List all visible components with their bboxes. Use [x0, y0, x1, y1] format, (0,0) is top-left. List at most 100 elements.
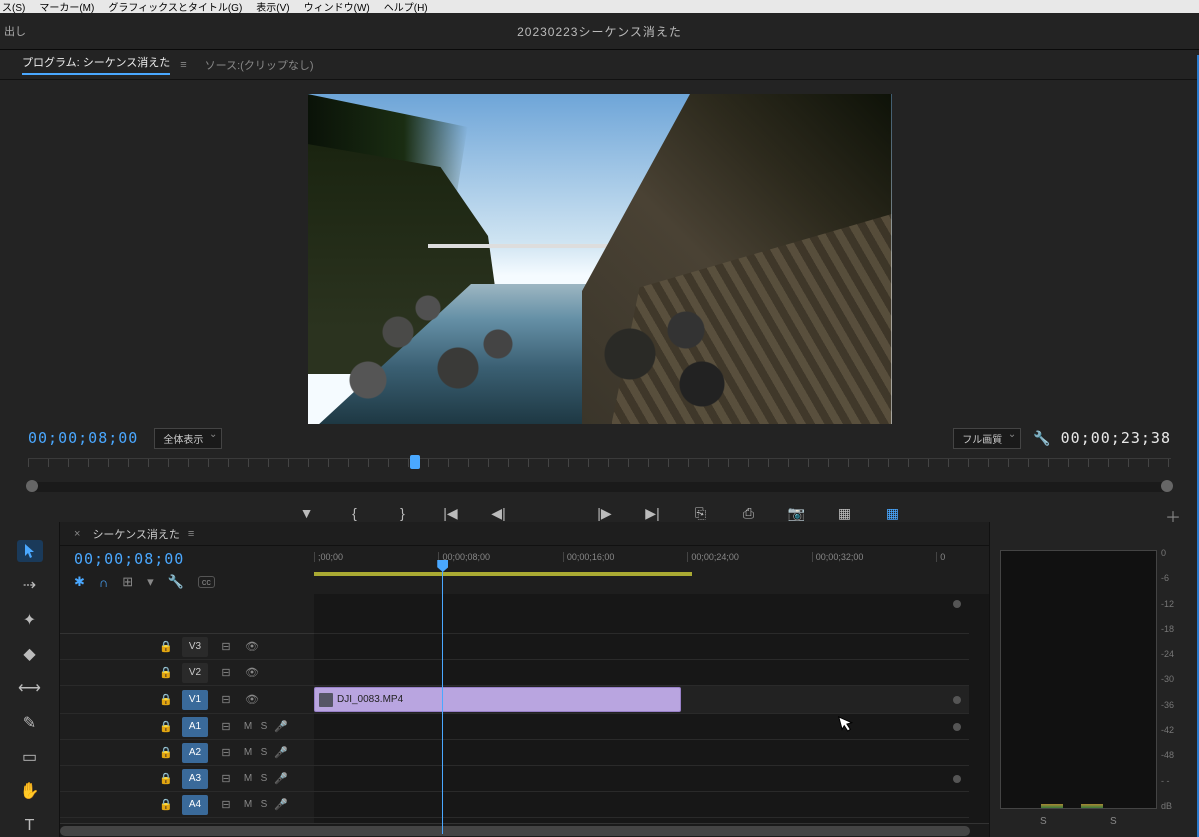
work-area-bar[interactable]	[314, 572, 692, 576]
sequence-tab[interactable]: シーケンス消えた	[92, 526, 179, 542]
voice-over-icon[interactable]: 🎤	[272, 720, 290, 733]
solo-button[interactable]: S	[256, 721, 272, 732]
app-menubar[interactable]: ス(S) マーカー(M) グラフィックスとタイトル(G) 表示(V) ウィンドウ…	[0, 0, 1199, 13]
slip-tool[interactable]: ⟷	[17, 677, 43, 699]
add-marker-button[interactable]: ▼	[297, 504, 317, 522]
mark-out-button[interactable]: }	[393, 504, 413, 522]
lift-button[interactable]: ⎘	[691, 504, 711, 522]
sync-lock-icon[interactable]: ⊟	[216, 720, 236, 733]
razor-tool[interactable]: ◆	[17, 643, 43, 665]
track-target-v1[interactable]: V1	[182, 690, 208, 710]
rectangle-tool[interactable]: ▭	[17, 746, 43, 768]
sync-lock-icon[interactable]: ⊟	[216, 772, 236, 785]
toggle-output-icon[interactable]: 👁	[242, 666, 262, 679]
keyframe-dot-icon[interactable]	[953, 775, 961, 783]
track-target-v3[interactable]: V3	[182, 637, 208, 657]
lock-icon[interactable]: 🔒	[156, 693, 176, 706]
close-sequence-icon[interactable]: ×	[74, 528, 80, 540]
range-handle-right-icon[interactable]	[1161, 480, 1173, 492]
timeline-settings-wrench-icon[interactable]: 🔧	[168, 574, 184, 590]
linked-selection-icon[interactable]: ∩	[99, 575, 108, 590]
track-target-a3[interactable]: A3	[182, 769, 208, 789]
solo-button[interactable]: S	[256, 773, 272, 784]
time-ruler[interactable]: ;00;00 00;00;08;00 00;00;16;00 00;00;24;…	[314, 552, 969, 572]
menu-graphics[interactable]: グラフィックスとタイトル(G)	[108, 0, 242, 13]
solo-button[interactable]: S	[256, 799, 272, 810]
tab-program-menu-icon[interactable]: ≡	[180, 59, 186, 71]
menu-window[interactable]: ウィンドウ(W)	[304, 0, 370, 13]
settings-wrench-icon[interactable]: 🔧	[1033, 430, 1050, 447]
tab-program[interactable]: プログラム: シーケンス消えた	[22, 54, 170, 75]
captions-icon[interactable]: cc	[198, 576, 215, 588]
lock-icon[interactable]: 🔒	[156, 798, 176, 811]
voice-over-icon[interactable]: 🎤	[272, 798, 290, 811]
goto-in-button[interactable]: |◀	[441, 504, 461, 522]
workspace-left-label[interactable]: 出し	[4, 23, 26, 39]
program-scrubber[interactable]	[28, 458, 1171, 480]
snap-toggle-icon[interactable]: ✱	[74, 574, 85, 590]
sync-lock-icon[interactable]: ⊟	[216, 746, 236, 759]
timeline-panel-menu-icon[interactable]: ≡	[188, 528, 194, 540]
program-zoom-range[interactable]	[28, 482, 1171, 492]
menu-help[interactable]: ヘルプ(H)	[384, 0, 428, 13]
lock-icon[interactable]: 🔒	[156, 746, 176, 759]
selection-tool[interactable]	[17, 540, 43, 562]
step-forward-button[interactable]: |▶	[595, 504, 615, 522]
timeline-timecode[interactable]: 00;00;08;00	[74, 550, 314, 568]
playback-quality-select[interactable]: フル画質	[953, 428, 1021, 449]
lock-icon[interactable]: 🔒	[156, 720, 176, 733]
lock-icon[interactable]: 🔒	[156, 640, 176, 653]
menu-view[interactable]: 表示(V)	[256, 0, 289, 13]
goto-out-button[interactable]: ▶|	[643, 504, 663, 522]
audio-meter[interactable]	[1000, 550, 1157, 809]
type-tool[interactable]: T	[17, 815, 43, 837]
mute-button[interactable]: M	[240, 721, 256, 732]
timeline-content[interactable]: DJI_0083.MP4	[314, 594, 989, 823]
program-timecode[interactable]: 00;00;08;00	[28, 429, 138, 447]
mute-button[interactable]: M	[240, 747, 256, 758]
solo-button[interactable]: S	[256, 747, 272, 758]
menu-marker[interactable]: マーカー(M)	[39, 0, 94, 13]
mute-button[interactable]: M	[240, 799, 256, 810]
voice-over-icon[interactable]: 🎤	[272, 746, 290, 759]
program-playhead-icon[interactable]	[410, 455, 420, 469]
sync-lock-icon[interactable]: ⊟	[216, 798, 236, 811]
mute-button[interactable]: M	[240, 773, 256, 784]
tab-source[interactable]: ソース:(クリップなし)	[205, 57, 314, 73]
zoom-select[interactable]: 全体表示	[154, 428, 222, 449]
keyframe-dot-icon[interactable]	[953, 696, 961, 704]
marker-icon[interactable]: ▾	[147, 574, 154, 590]
export-frame-button[interactable]: 📷	[787, 504, 807, 522]
toggle-output-icon[interactable]: 👁	[242, 693, 262, 706]
mark-in-button[interactable]: {	[345, 504, 365, 522]
voice-over-icon[interactable]: 🎤	[272, 772, 290, 785]
lock-icon[interactable]: 🔒	[156, 772, 176, 785]
track-target-a2[interactable]: A2	[182, 743, 208, 763]
timeline-zoom-scrollbar[interactable]	[60, 823, 989, 837]
sync-lock-icon[interactable]: ⊟	[216, 666, 236, 679]
sync-lock-icon[interactable]: ⊟	[216, 693, 236, 706]
pen-tool[interactable]: ✎	[17, 712, 43, 734]
video-clip[interactable]: DJI_0083.MP4	[314, 687, 681, 712]
hand-tool[interactable]: ✋	[17, 780, 43, 802]
solo-indicator-left[interactable]: S	[1040, 816, 1047, 827]
track-target-v2[interactable]: V2	[182, 663, 208, 683]
track-target-a4[interactable]: A4	[182, 795, 208, 815]
range-handle-left-icon[interactable]	[26, 480, 38, 492]
step-back-button[interactable]: ◀|	[489, 504, 509, 522]
add-marker-icon[interactable]: ⊞	[122, 574, 133, 590]
comparison-view-button[interactable]: ▦	[835, 504, 855, 522]
video-preview[interactable]	[308, 94, 892, 424]
keyframe-dot-icon[interactable]	[953, 723, 961, 731]
sync-lock-icon[interactable]: ⊟	[216, 640, 236, 653]
menu-sequence[interactable]: ス(S)	[2, 0, 25, 13]
extract-button[interactable]: ⎙	[739, 504, 759, 522]
keyframe-dot-icon[interactable]	[953, 600, 961, 608]
lock-icon[interactable]: 🔒	[156, 666, 176, 679]
toggle-output-icon[interactable]: 👁	[242, 640, 262, 653]
comparison-view-active-button[interactable]: ▦	[883, 504, 903, 522]
ripple-edit-tool[interactable]: ✦	[17, 609, 43, 631]
track-select-tool[interactable]: ⇢	[17, 574, 43, 596]
solo-indicator-right[interactable]: S	[1110, 816, 1117, 827]
track-target-a1[interactable]: A1	[182, 717, 208, 737]
